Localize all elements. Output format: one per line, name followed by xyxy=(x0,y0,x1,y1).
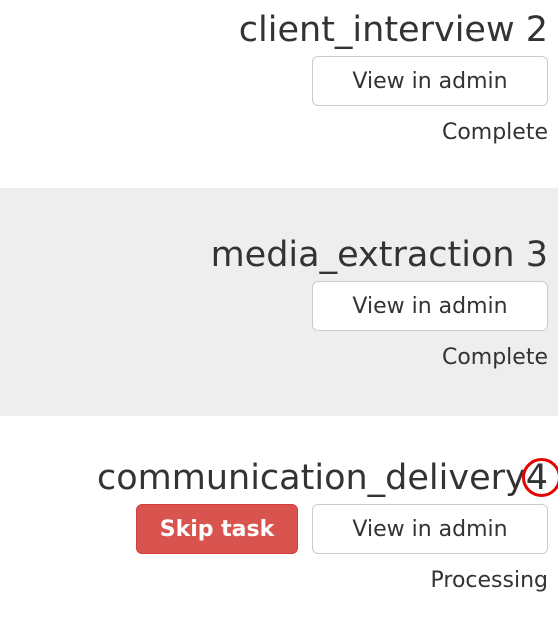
view-in-admin-button[interactable]: View in admin xyxy=(312,56,548,106)
task-row-client-interview: client_interview 2 View in admin Complet… xyxy=(0,0,558,188)
task-row-communication-delivery: communication_delivery4 Skip task View i… xyxy=(0,416,558,617)
task-name: media_extraction xyxy=(210,235,515,275)
task-actions: Skip task View in admin xyxy=(0,504,548,554)
task-actions: View in admin xyxy=(0,281,548,331)
task-status: Processing xyxy=(430,568,548,593)
task-actions: View in admin xyxy=(0,56,548,106)
skip-task-button[interactable]: Skip task xyxy=(136,504,298,554)
task-name: client_interview xyxy=(238,10,515,50)
task-title: client_interview 2 xyxy=(0,10,548,50)
view-in-admin-button[interactable]: View in admin xyxy=(312,281,548,331)
task-number: 3 xyxy=(525,235,548,275)
task-status: Complete xyxy=(441,120,548,145)
task-name: communication_delivery xyxy=(97,458,526,498)
task-title: communication_delivery4 xyxy=(0,458,558,498)
task-row-media-extraction: media_extraction 3 View in admin Complet… xyxy=(0,188,558,416)
task-number-highlighted: 4 xyxy=(521,458,558,498)
task-status: Complete xyxy=(441,345,548,370)
task-title: media_extraction 3 xyxy=(0,235,548,275)
view-in-admin-button[interactable]: View in admin xyxy=(312,504,548,554)
task-number: 2 xyxy=(525,10,548,50)
